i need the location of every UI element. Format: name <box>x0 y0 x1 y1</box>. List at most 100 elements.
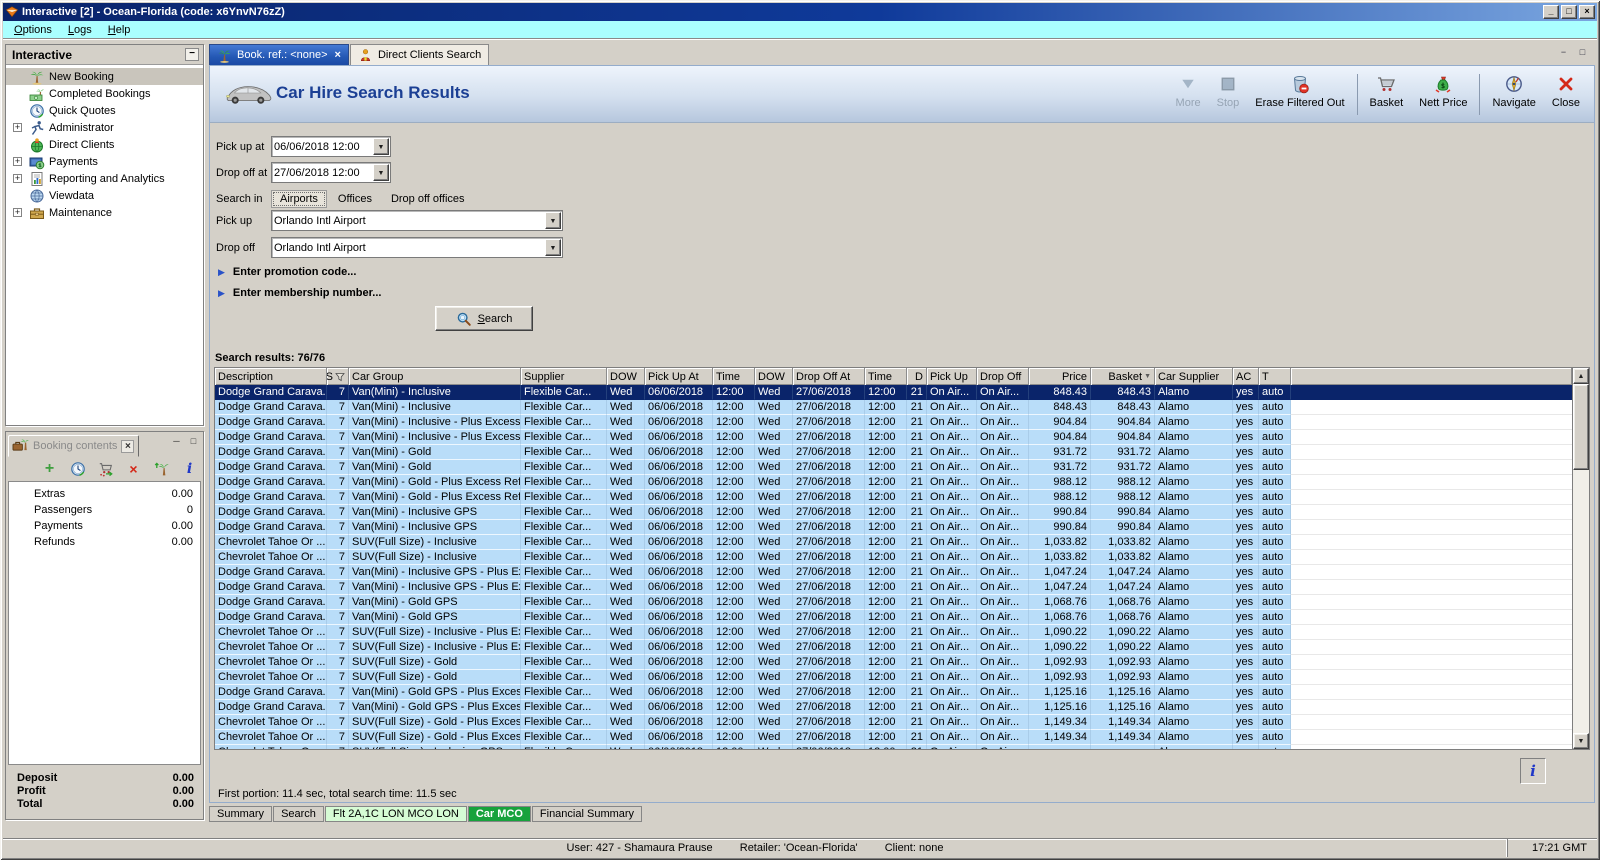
column-header-car-supplier[interactable]: Car Supplier <box>1155 368 1233 385</box>
table-row[interactable]: Dodge Grand Carava... 7 Van(Mini) - Gold Fl… <box>215 445 1572 460</box>
column-header-ac[interactable]: AC <box>1233 368 1259 385</box>
table-row[interactable]: Dodge Grand Carava... 7 Van(Mini) - Inclus… <box>215 415 1572 430</box>
table-row[interactable]: Dodge Grand Carava... 7 Van(Mini) - Gold G… <box>215 685 1572 700</box>
close-window-button[interactable]: × <box>1579 5 1595 19</box>
tab-close-icon[interactable]: × <box>333 49 341 61</box>
column-header-dow[interactable]: DOW <box>607 368 645 385</box>
search-button[interactable]: Search <box>435 306 533 331</box>
column-header-basket[interactable]: Basket ▼ <box>1091 368 1155 385</box>
searchin-drop-off-offices[interactable]: Drop off offices <box>383 191 473 207</box>
dropoff-combo[interactable]: ▼ <box>271 237 563 258</box>
column-header-drop-off-at[interactable]: Drop Off At <box>793 368 865 385</box>
table-row[interactable]: Dodge Grand Carava... 7 Van(Mini) - Inclus… <box>215 400 1572 415</box>
column-header-time[interactable]: Time <box>713 368 755 385</box>
column-header-description[interactable]: Description <box>215 368 327 385</box>
pickup-at-input[interactable] <box>274 138 372 155</box>
column-header-s[interactable]: S <box>327 368 349 385</box>
sidebar-item-direct-clients[interactable]: Direct Clients <box>6 136 203 153</box>
table-row[interactable]: Dodge Grand Carava... 7 Van(Mini) - Inclus… <box>215 430 1572 445</box>
panel-maximize-icon[interactable]: □ <box>187 435 200 447</box>
expand-icon[interactable]: + <box>13 208 22 217</box>
column-header-pick-up[interactable]: Pick Up <box>927 368 977 385</box>
scroll-down-icon[interactable]: ▼ <box>1573 733 1589 749</box>
navigate-button[interactable]: Navigate <box>1484 71 1543 118</box>
delete-icon[interactable]: × <box>125 461 142 478</box>
column-header-t[interactable]: T <box>1259 368 1291 385</box>
table-row[interactable]: Dodge Grand Carava... 7 Van(Mini) - Inclus… <box>215 565 1572 580</box>
sidebar-item-maintenance[interactable]: + Maintenance <box>6 204 203 221</box>
sidebar-item-quick-quotes[interactable]: Quick Quotes <box>6 102 203 119</box>
close-button[interactable]: Close <box>1544 71 1588 118</box>
table-row[interactable]: Chevrolet Tahoe Or ...7SUV(Full Size) - … <box>215 550 1572 565</box>
column-header-time[interactable]: Time <box>865 368 907 385</box>
column-header-dow[interactable]: DOW <box>755 368 793 385</box>
table-row[interactable]: Chevrolet Tahoe Or ...7SUV(Full Size) - … <box>215 745 1572 749</box>
scrollbar-thumb[interactable] <box>1573 384 1589 470</box>
chevron-down-icon[interactable]: ▼ <box>545 239 561 256</box>
expand-icon[interactable]: + <box>13 123 22 132</box>
pickup-at-combo[interactable]: ▼ <box>271 136 391 157</box>
membership-number-expander[interactable]: ▶ Enter membership number... <box>218 287 381 299</box>
table-row[interactable]: Dodge Grand Carava... 7 Van(Mini) - Inclus… <box>215 385 1572 400</box>
erase-filtered-out-button[interactable]: Erase Filtered Out <box>1247 71 1352 118</box>
pickup-combo[interactable]: ▼ <box>271 210 563 231</box>
table-row[interactable]: Chevrolet Tahoe Or ...7SUV(Full Size) - … <box>215 655 1572 670</box>
filter-funnel-icon[interactable] <box>335 372 345 382</box>
table-row[interactable]: Dodge Grand Carava... 7 Van(Mini) - Gold Fl… <box>215 460 1572 475</box>
table-row[interactable]: Chevrolet Tahoe Or ...7SUV(Full Size) - … <box>215 715 1572 730</box>
dropoff-at-input[interactable] <box>274 164 372 181</box>
table-row[interactable]: Dodge Grand Carava... 7 Van(Mini) - Gold G… <box>215 610 1572 625</box>
main-maximize-icon[interactable]: □ <box>1576 47 1589 59</box>
column-header-drop-off[interactable]: Drop Off <box>977 368 1029 385</box>
table-row[interactable]: Chevrolet Tahoe Or ...7SUV(Full Size) - … <box>215 730 1572 745</box>
column-header-pick-up-at[interactable]: Pick Up At <box>645 368 713 385</box>
table-row[interactable]: Dodge Grand Carava... 7 Van(Mini) - Inclus… <box>215 580 1572 595</box>
dropoff-at-combo[interactable]: ▼ <box>271 162 391 183</box>
menu-options[interactable]: Options <box>6 23 60 37</box>
vertical-scrollbar[interactable]: ▲ ▼ <box>1572 368 1589 749</box>
column-header-supplier[interactable]: Supplier <box>521 368 607 385</box>
sidebar-item-administrator[interactable]: + Administrator <box>6 119 203 136</box>
quote-icon[interactable] <box>69 461 86 478</box>
promotion-code-expander[interactable]: ▶ Enter promotion code... <box>218 266 356 278</box>
searchin-airports[interactable]: Airports <box>271 189 327 208</box>
tab-book-ref-none[interactable]: Book. ref.: <none> × <box>209 44 349 65</box>
info-button[interactable]: i <box>1520 758 1546 784</box>
main-minimize-icon[interactable]: − <box>1557 47 1570 59</box>
sidebar-item-reporting-and-analytics[interactable]: + Reporting and Analytics <box>6 170 203 187</box>
table-row[interactable]: Chevrolet Tahoe Or ...7SUV(Full Size) - … <box>215 535 1572 550</box>
pickup-input[interactable] <box>274 212 544 229</box>
chevron-down-icon[interactable]: ▼ <box>373 138 389 155</box>
tab-direct-clients-search[interactable]: Direct Clients Search <box>349 44 490 65</box>
close-panel-icon[interactable]: × <box>121 439 135 453</box>
searchin-offices[interactable]: Offices <box>330 191 380 207</box>
column-header-d[interactable]: D <box>907 368 927 385</box>
table-row[interactable]: Dodge Grand Carava... 7 Van(Mini) - Gold G… <box>215 595 1572 610</box>
table-row[interactable]: Dodge Grand Carava... 7 Van(Mini) - Inclus… <box>215 505 1572 520</box>
booking-contents-tab[interactable]: Booking contents × <box>8 435 140 457</box>
table-row[interactable]: Dodge Grand Carava... 7 Van(Mini) - Gold -… <box>215 490 1572 505</box>
dropoff-input[interactable] <box>274 239 544 256</box>
bottom-tab-search[interactable]: Search <box>273 806 324 822</box>
info-icon[interactable]: i <box>181 461 198 478</box>
chevron-down-icon[interactable]: ▼ <box>545 212 561 229</box>
table-row[interactable]: Dodge Grand Carava... 7 Van(Mini) - Gold -… <box>215 475 1572 490</box>
sidebar-item-viewdata[interactable]: Viewdata <box>6 187 203 204</box>
table-row[interactable]: Chevrolet Tahoe Or ...7SUV(Full Size) - … <box>215 670 1572 685</box>
table-row[interactable]: Chevrolet Tahoe Or ...7SUV(Full Size) - … <box>215 625 1572 640</box>
palm-upload-icon[interactable] <box>153 461 170 478</box>
cart-transfer-icon[interactable] <box>97 461 114 478</box>
sidebar-item-completed-bookings[interactable]: Completed Bookings <box>6 85 203 102</box>
add-icon[interactable]: + <box>41 461 58 478</box>
bottom-tab-summary[interactable]: Summary <box>209 806 273 822</box>
bottom-tab-flt-2a-1c-lon-mco-lon[interactable]: Flt 2A,1C LON MCO LON <box>324 806 467 822</box>
column-header-car-group[interactable]: Car Group <box>349 368 521 385</box>
bottom-tab-car-mco[interactable]: Car MCO <box>467 806 531 822</box>
menu-help[interactable]: Help <box>100 23 139 37</box>
sidebar-item-new-booking[interactable]: New Booking <box>6 68 203 85</box>
nett-price-button[interactable]: Nett Price <box>1411 71 1475 118</box>
maximize-button[interactable]: □ <box>1561 5 1577 19</box>
column-header-price[interactable]: Price <box>1029 368 1091 385</box>
sidebar-item-payments[interactable]: + Payments <box>6 153 203 170</box>
minimize-button[interactable]: _ <box>1543 5 1559 19</box>
